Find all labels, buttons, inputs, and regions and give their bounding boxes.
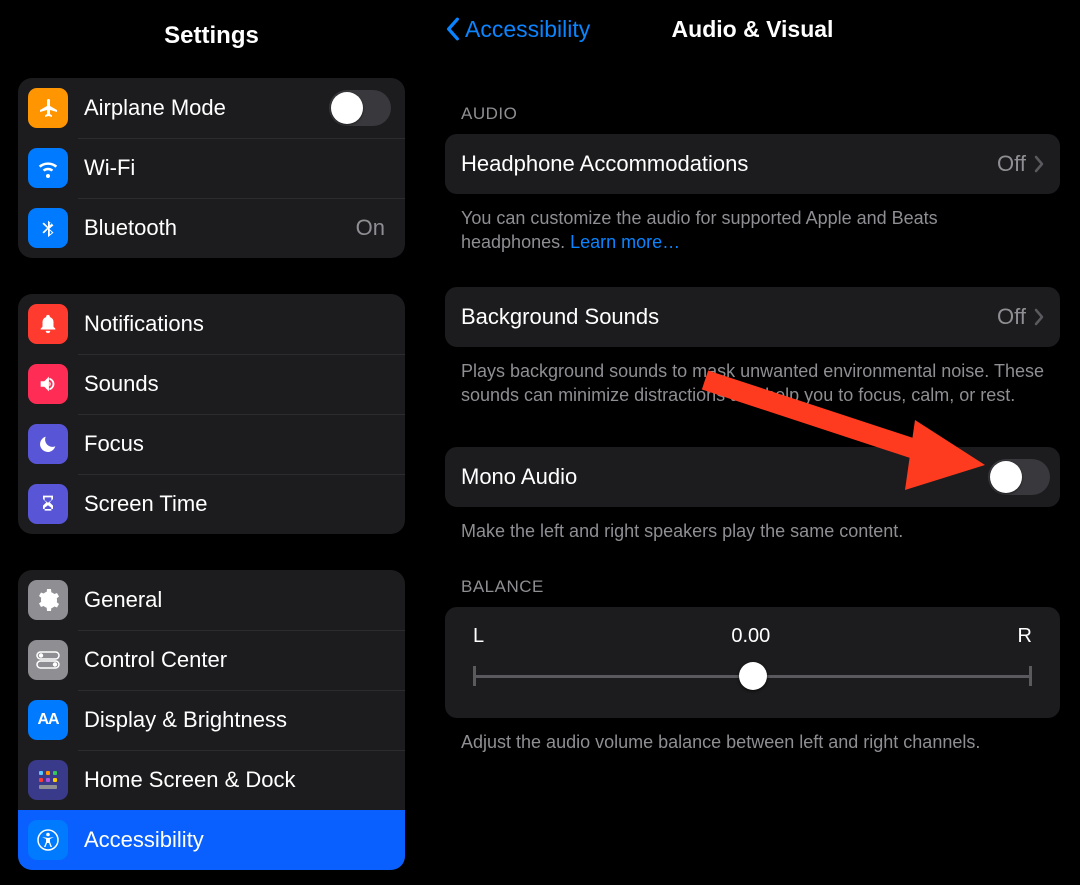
switches-icon (28, 640, 68, 680)
airplane-toggle[interactable] (329, 90, 391, 126)
screentime-label: Screen Time (84, 491, 391, 517)
headphone-value: Off (997, 151, 1026, 177)
wifi-icon (28, 148, 68, 188)
chevron-right-icon (1034, 308, 1044, 326)
grid-icon (28, 760, 68, 800)
settings-group-1: Airplane Mode Wi-Fi Bluetooth On (18, 78, 405, 258)
gear-icon (28, 580, 68, 620)
detail-pane: Accessibility Audio & Visual AUDIO Headp… (425, 0, 1080, 885)
mono-card: Mono Audio (445, 447, 1060, 507)
row-bluetooth[interactable]: Bluetooth On (18, 198, 405, 258)
airplane-label: Airplane Mode (84, 95, 329, 121)
bg-caption: Plays background sounds to mask unwanted… (461, 359, 1044, 408)
headphone-card: Headphone Accommodations Off (445, 134, 1060, 194)
chevron-right-icon (1034, 155, 1044, 173)
speaker-icon (28, 364, 68, 404)
settings-group-2: Notifications Sounds Focus Screen Time (18, 294, 405, 534)
focus-label: Focus (84, 431, 391, 457)
row-screentime[interactable]: Screen Time (18, 474, 405, 534)
settings-title: Settings (0, 0, 423, 78)
row-wifi[interactable]: Wi-Fi (18, 138, 405, 198)
accessibility-icon (28, 820, 68, 860)
headphone-label: Headphone Accommodations (461, 151, 997, 177)
controlcenter-label: Control Center (84, 647, 391, 673)
row-notifications[interactable]: Notifications (18, 294, 405, 354)
row-controlcenter[interactable]: Control Center (18, 630, 405, 690)
balance-labels: L 0.00 R (473, 625, 1032, 648)
homescreen-label: Home Screen & Dock (84, 767, 391, 793)
wifi-label: Wi-Fi (84, 155, 391, 181)
moon-icon (28, 424, 68, 464)
settings-group-3: General Control Center AA Display & Brig… (18, 570, 405, 870)
balance-R: R (1018, 625, 1032, 648)
back-label: Accessibility (465, 16, 590, 43)
headphone-caption: You can customize the audio for supporte… (461, 206, 1044, 255)
row-focus[interactable]: Focus (18, 414, 405, 474)
bg-label: Background Sounds (461, 304, 997, 330)
sounds-label: Sounds (84, 371, 391, 397)
row-general[interactable]: General (18, 570, 405, 630)
mono-toggle[interactable] (988, 459, 1050, 495)
bell-icon (28, 304, 68, 344)
mono-caption: Make the left and right speakers play th… (461, 519, 1044, 543)
bluetooth-value: On (356, 215, 385, 241)
learn-more-link[interactable]: Learn more… (570, 232, 680, 252)
general-label: General (84, 587, 391, 613)
slider-tick-right (1029, 666, 1032, 686)
notifications-label: Notifications (84, 311, 391, 337)
row-display[interactable]: AA Display & Brightness (18, 690, 405, 750)
mono-label: Mono Audio (461, 464, 988, 490)
balance-caption: Adjust the audio volume balance between … (461, 730, 1044, 754)
balance-value: 0.00 (731, 625, 770, 648)
back-button[interactable]: Accessibility (445, 16, 590, 43)
row-headphone[interactable]: Headphone Accommodations Off (445, 134, 1060, 194)
row-sounds[interactable]: Sounds (18, 354, 405, 414)
bg-card: Background Sounds Off (445, 287, 1060, 347)
row-accessibility[interactable]: Accessibility (18, 810, 405, 870)
airplane-icon (28, 88, 68, 128)
display-label: Display & Brightness (84, 707, 391, 733)
aa-icon: AA (28, 700, 68, 740)
balance-L: L (473, 625, 484, 648)
row-airplane-mode[interactable]: Airplane Mode (18, 78, 405, 138)
balance-slider[interactable] (473, 662, 1032, 690)
row-background-sounds[interactable]: Background Sounds Off (445, 287, 1060, 347)
row-homescreen[interactable]: Home Screen & Dock (18, 750, 405, 810)
slider-knob[interactable] (739, 662, 767, 690)
hourglass-icon (28, 484, 68, 524)
balance-header: BALANCE (461, 577, 1060, 597)
audio-header: AUDIO (461, 104, 1060, 124)
accessibility-label: Accessibility (84, 827, 391, 853)
balance-card: L 0.00 R (445, 607, 1060, 718)
nav-bar: Accessibility Audio & Visual (445, 0, 1060, 58)
settings-sidebar: Settings Airplane Mode Wi-Fi Bluetooth O… (0, 0, 425, 885)
bluetooth-label: Bluetooth (84, 215, 356, 241)
bg-value: Off (997, 304, 1026, 330)
chevron-left-icon (445, 17, 461, 41)
row-mono-audio[interactable]: Mono Audio (445, 447, 1060, 507)
bluetooth-icon (28, 208, 68, 248)
